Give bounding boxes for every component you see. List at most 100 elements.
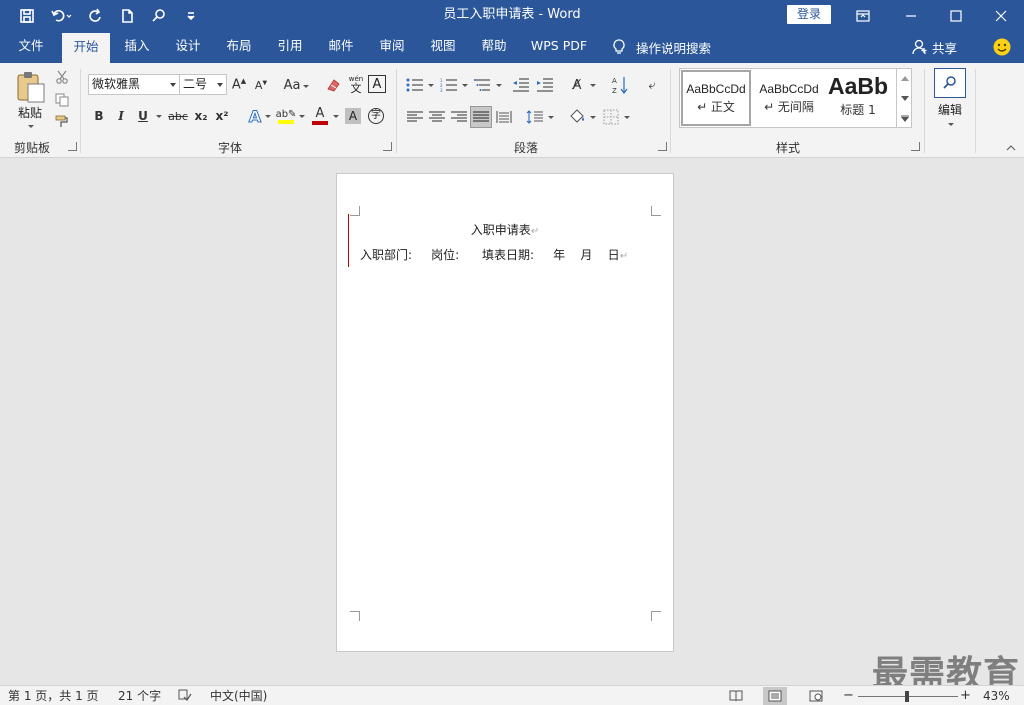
align-left-button[interactable]: [404, 107, 426, 127]
distributed-button[interactable]: [493, 107, 515, 127]
bullets-button[interactable]: [404, 75, 426, 95]
tab-home[interactable]: 开始: [62, 33, 110, 63]
tell-me-search[interactable]: 操作说明搜索: [612, 31, 711, 63]
borders-dropdown-arrow[interactable]: [624, 116, 630, 119]
word-count[interactable]: 21 个字: [118, 686, 161, 705]
tab-insert[interactable]: 插入: [114, 31, 160, 63]
redo-button[interactable]: [82, 3, 108, 29]
shading-dropdown-arrow[interactable]: [590, 116, 596, 119]
format-painter-button[interactable]: [53, 113, 71, 131]
change-case-button[interactable]: Aa: [280, 75, 310, 95]
tab-help[interactable]: 帮助: [471, 31, 517, 63]
font-size-select[interactable]: 二号: [179, 74, 227, 95]
chinese-layout-dropdown-arrow[interactable]: [590, 84, 596, 87]
italic-button[interactable]: I: [112, 106, 130, 126]
styles-more[interactable]: [897, 110, 912, 126]
clipboard-launcher[interactable]: [68, 142, 77, 151]
strikethrough-button[interactable]: abc: [166, 106, 190, 126]
bullets-dropdown-arrow[interactable]: [428, 84, 434, 87]
clear-formatting-button[interactable]: [323, 75, 343, 95]
share-button[interactable]: 共享: [912, 31, 957, 63]
grow-font-button[interactable]: A▲: [230, 75, 248, 95]
underline-button[interactable]: U: [134, 106, 152, 126]
tab-file[interactable]: 文件: [8, 31, 54, 63]
underline-dropdown-arrow[interactable]: [156, 115, 162, 118]
tab-design[interactable]: 设计: [165, 31, 211, 63]
styles-scroll-down[interactable]: [897, 90, 912, 106]
multilevel-list-button[interactable]: [472, 75, 494, 95]
document-title[interactable]: 入职申请表↵: [337, 221, 673, 238]
tab-view[interactable]: 视图: [420, 31, 466, 63]
zoom-level[interactable]: 43%: [983, 686, 1010, 705]
language-indicator[interactable]: 中文(中国): [210, 686, 267, 705]
style-heading-1[interactable]: AaBb 标题 1: [827, 70, 889, 126]
ribbon-display-options-button[interactable]: [840, 0, 886, 31]
line-spacing-dropdown-arrow[interactable]: [548, 116, 554, 119]
paste-button[interactable]: [12, 68, 50, 106]
subscript-button[interactable]: x₂: [192, 106, 210, 126]
zoom-slider-thumb[interactable]: [905, 691, 909, 702]
paste-dropdown-arrow[interactable]: [28, 125, 34, 128]
styles-scroll-up[interactable]: [897, 70, 912, 86]
cut-button[interactable]: [53, 68, 71, 86]
shading-button[interactable]: [566, 106, 588, 128]
superscript-button[interactable]: x²: [213, 106, 231, 126]
tab-mailings[interactable]: 邮件: [318, 31, 364, 63]
font-color-dropdown-arrow[interactable]: [333, 115, 339, 118]
paragraph-launcher[interactable]: [658, 142, 667, 151]
styles-launcher[interactable]: [911, 142, 920, 151]
new-document-button[interactable]: [114, 3, 140, 29]
align-center-button[interactable]: [426, 107, 448, 127]
text-effects-button[interactable]: A: [245, 106, 265, 126]
increase-indent-button[interactable]: [534, 75, 556, 95]
tab-review[interactable]: 审阅: [369, 31, 415, 63]
tab-references[interactable]: 引用: [267, 31, 313, 63]
bold-button[interactable]: B: [90, 106, 108, 126]
chinese-layout-button[interactable]: A̸: [566, 75, 588, 95]
zoom-in-button[interactable]: +: [960, 686, 971, 705]
sort-button[interactable]: AZ: [610, 73, 630, 97]
decrease-indent-button[interactable]: [510, 75, 532, 95]
document-page[interactable]: 入职申请表↵ 入职部门: 岗位: 填表日期: 年 月 日↵: [336, 173, 674, 652]
character-border-button[interactable]: A: [368, 75, 386, 93]
numbering-button[interactable]: 123: [438, 75, 460, 95]
character-shading-button[interactable]: A: [343, 106, 363, 126]
editing-dropdown-arrow[interactable]: [948, 123, 954, 126]
tab-wps-pdf[interactable]: WPS PDF: [524, 31, 594, 63]
print-layout-button[interactable]: [763, 687, 787, 705]
read-mode-button[interactable]: [724, 687, 748, 705]
customize-qat-button[interactable]: [178, 3, 204, 29]
shrink-font-button[interactable]: A▼: [252, 75, 270, 95]
find-replace-button[interactable]: [934, 68, 966, 98]
borders-button[interactable]: [600, 107, 622, 127]
page-count[interactable]: 第 1 页，共 1 页: [8, 686, 99, 705]
numbering-dropdown-arrow[interactable]: [462, 84, 468, 87]
multilevel-dropdown-arrow[interactable]: [496, 84, 502, 87]
login-button[interactable]: 登录: [787, 5, 831, 24]
copy-button[interactable]: [53, 91, 71, 109]
web-layout-button[interactable]: [804, 687, 828, 705]
show-marks-button[interactable]: ⤶: [642, 73, 662, 97]
enclose-characters-button[interactable]: 字: [366, 106, 386, 126]
collapse-ribbon-button[interactable]: [1005, 143, 1017, 153]
justify-button[interactable]: [470, 106, 492, 128]
proofing-icon[interactable]: [178, 689, 192, 705]
font-name-select[interactable]: 微软雅黑: [88, 74, 180, 95]
close-button[interactable]: [978, 0, 1024, 31]
save-button[interactable]: [14, 3, 40, 29]
zoom-out-button[interactable]: −: [843, 686, 854, 705]
font-launcher[interactable]: [383, 142, 392, 151]
align-right-button[interactable]: [448, 107, 470, 127]
feedback-button[interactable]: [993, 38, 1011, 56]
style-no-spacing[interactable]: AaBbCcDd ↵ 无间隔: [753, 70, 825, 126]
tab-layout[interactable]: 布局: [216, 31, 262, 63]
text-effects-dropdown-arrow[interactable]: [265, 115, 271, 118]
find-button[interactable]: [146, 3, 172, 29]
maximize-button[interactable]: [933, 0, 979, 31]
highlight-dropdown-arrow[interactable]: [299, 115, 305, 118]
undo-button[interactable]: [46, 3, 76, 29]
highlight-button[interactable]: ab✎: [275, 105, 297, 127]
document-line-1[interactable]: 入职部门: 岗位: 填表日期: 年 月 日↵: [360, 246, 628, 263]
minimize-button[interactable]: [888, 0, 934, 31]
line-spacing-button[interactable]: [524, 107, 546, 127]
